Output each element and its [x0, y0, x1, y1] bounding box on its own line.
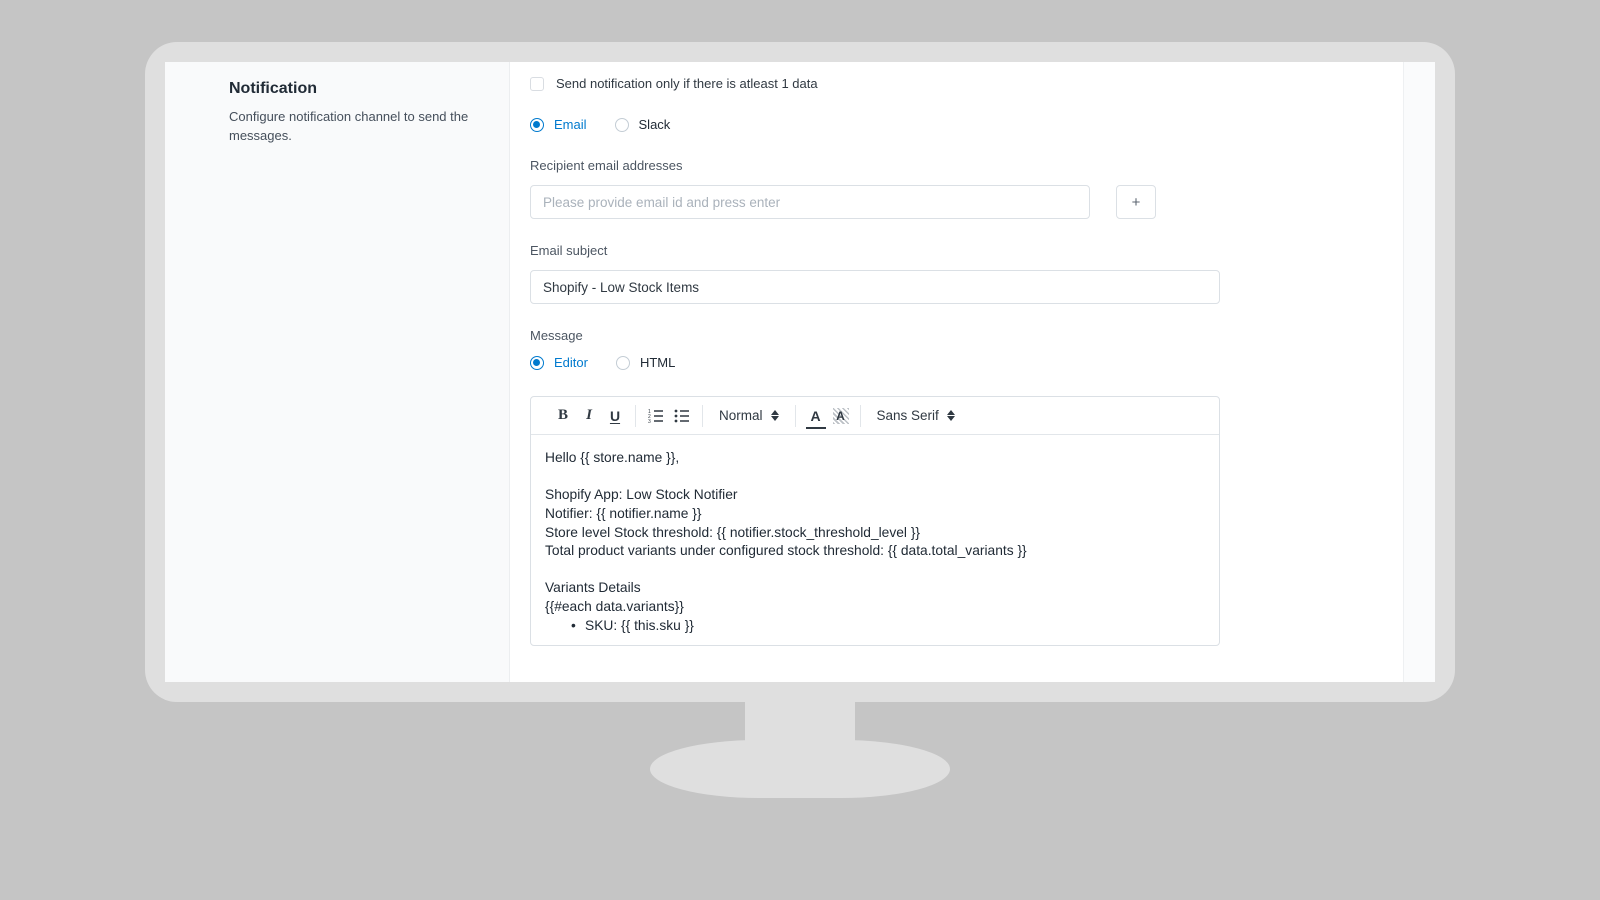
rich-text-editor: B I U 123: [530, 396, 1220, 646]
radio-icon[interactable]: [616, 356, 630, 370]
right-margin: [1403, 62, 1435, 682]
select-arrows-icon: [947, 410, 955, 421]
sidebar-title: Notification: [229, 80, 481, 98]
sidebar-description: Configure notification channel to send t…: [229, 108, 481, 146]
message-mode-group: Editor HTML: [530, 355, 1230, 370]
editor-body[interactable]: Hello {{ store.name }}, Shopify App: Low…: [531, 435, 1219, 645]
text-color-icon[interactable]: A: [806, 405, 826, 427]
channel-radio-group: Email Slack: [530, 117, 1230, 132]
bold-icon[interactable]: B: [553, 405, 573, 427]
radio-icon[interactable]: [530, 118, 544, 132]
radio-icon[interactable]: [530, 356, 544, 370]
ordered-listches-icon[interactable]: 123: [646, 405, 666, 427]
mode-html-option[interactable]: HTML: [616, 355, 675, 370]
sidebar: Notification Configure notification chan…: [165, 62, 510, 682]
underline-icon[interactable]: U: [605, 405, 625, 427]
heading-select[interactable]: Normal: [713, 408, 785, 423]
mode-html-label: HTML: [640, 355, 675, 370]
italic-icon[interactable]: I: [579, 405, 599, 427]
font-select[interactable]: Sans Serif: [871, 408, 961, 423]
radio-icon[interactable]: [615, 118, 629, 132]
channel-email-label: Email: [554, 117, 587, 132]
channel-slack-option[interactable]: Slack: [615, 117, 671, 132]
highlight-color-icon[interactable]: A: [832, 407, 850, 425]
channel-slack-label: Slack: [639, 117, 671, 132]
mode-editor-option[interactable]: Editor: [530, 355, 588, 370]
app-screen: Notification Configure notification chan…: [165, 62, 1435, 682]
send-condition-row[interactable]: Send notification only if there is atlea…: [530, 76, 1230, 91]
select-arrows-icon: [771, 410, 779, 421]
message-label: Message: [530, 328, 1230, 343]
mode-editor-label: Editor: [554, 355, 588, 370]
monitor-stand-base: [650, 740, 950, 798]
recipients-input[interactable]: [530, 185, 1090, 219]
subject-input[interactable]: [530, 270, 1220, 304]
checkbox-icon[interactable]: [530, 77, 544, 91]
monitor-frame: Notification Configure notification chan…: [145, 42, 1455, 702]
recipients-label: Recipient email addresses: [530, 158, 1230, 173]
editor-toolbar: B I U 123: [531, 397, 1219, 435]
form-panel: Send notification only if there is atlea…: [510, 62, 1435, 682]
unordered-list-icon[interactable]: [672, 405, 692, 427]
subject-label: Email subject: [530, 243, 1230, 258]
add-recipient-button[interactable]: +: [1116, 185, 1156, 219]
heading-select-value: Normal: [719, 408, 763, 423]
font-select-value: Sans Serif: [877, 408, 939, 423]
channel-email-option[interactable]: Email: [530, 117, 587, 132]
svg-text:3: 3: [648, 419, 651, 423]
send-condition-label: Send notification only if there is atlea…: [556, 76, 818, 91]
